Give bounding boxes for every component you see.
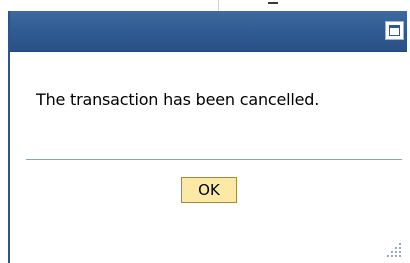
- resize-grip-icon[interactable]: [387, 243, 403, 259]
- info-dialog: The transaction has been cancelled. OK: [8, 11, 407, 263]
- dialog-message: The transaction has been cancelled.: [36, 90, 320, 109]
- ok-button[interactable]: OK: [181, 177, 237, 203]
- dialog-titlebar[interactable]: [10, 11, 407, 52]
- background-mark: [268, 2, 278, 10]
- dialog-divider: [26, 159, 402, 160]
- screen: The transaction has been cancelled. OK: [0, 0, 410, 263]
- maximize-button[interactable]: [385, 21, 404, 40]
- maximize-icon: [389, 25, 400, 36]
